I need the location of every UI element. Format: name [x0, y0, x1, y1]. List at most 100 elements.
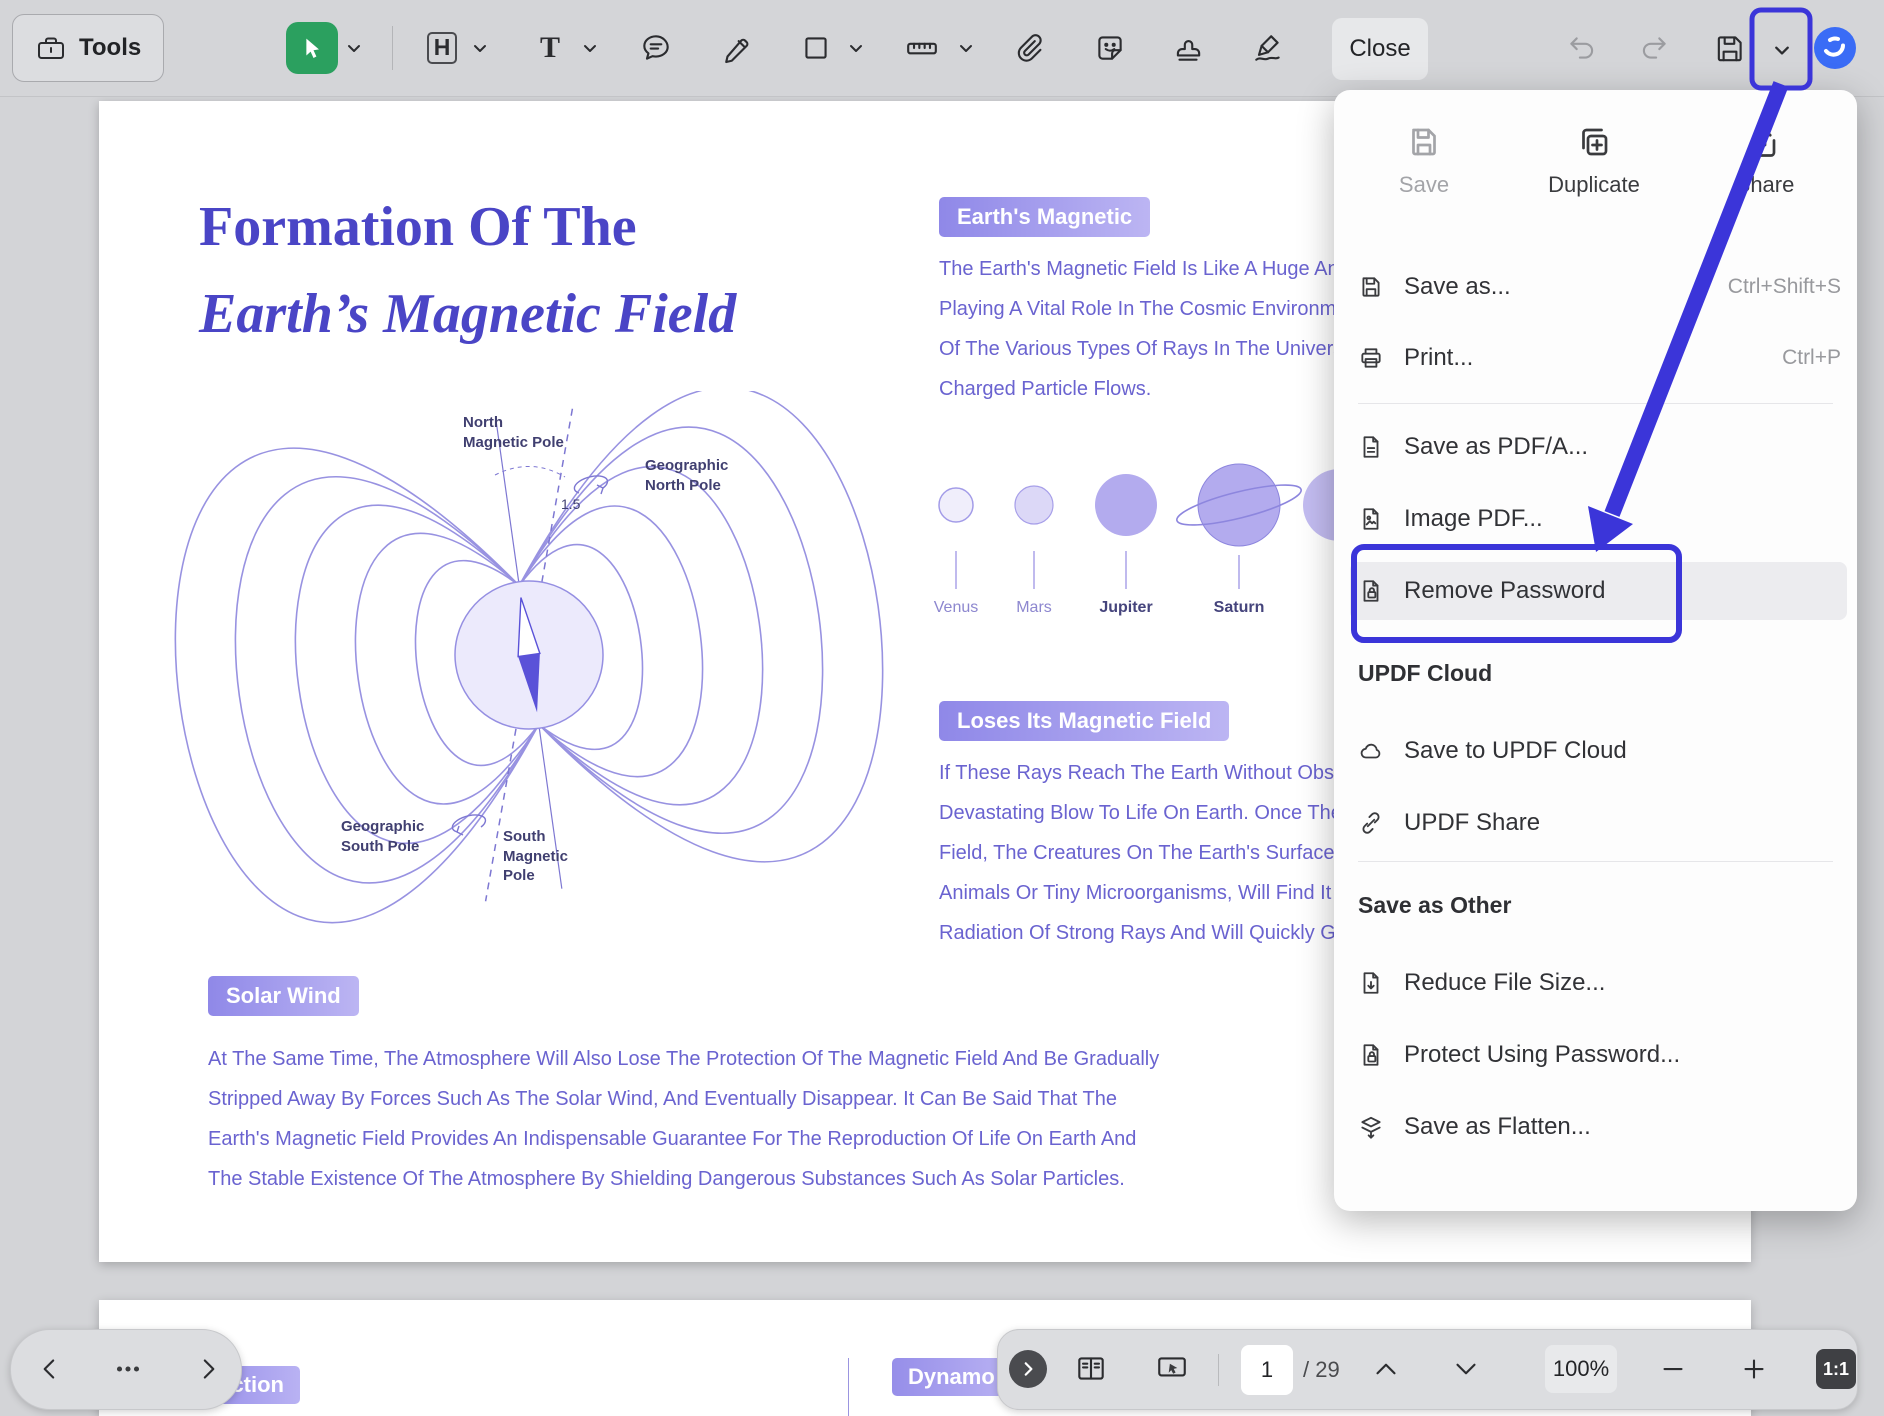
shape-tool-button[interactable]: [786, 18, 846, 78]
menu-item-image-pdf[interactable]: Image PDF...: [1358, 490, 1841, 548]
bar-separator: [1218, 1354, 1219, 1386]
printer-icon: [1358, 345, 1384, 371]
menu-item-print[interactable]: Print... Ctrl+P: [1358, 329, 1841, 387]
select-tool-chevron[interactable]: [344, 38, 364, 58]
stamp-icon: [1171, 31, 1205, 65]
paragraph-loses-magnetic-field: If These Rays Reach The Earth Without Ob…: [939, 753, 1351, 953]
label-geographic-south-pole: Geographic South Pole: [341, 817, 424, 856]
redo-button[interactable]: [1624, 18, 1684, 78]
prev-page-button[interactable]: [33, 1352, 67, 1391]
save-options-chevron[interactable]: [1760, 28, 1804, 72]
zoom-level-button[interactable]: 100%: [1545, 1345, 1617, 1393]
heading-icon: H: [427, 32, 458, 63]
chevron-up-icon: [1369, 1352, 1403, 1386]
minus-icon: [1656, 1352, 1690, 1386]
menu-item-reduce-file-size[interactable]: Reduce File Size...: [1358, 954, 1841, 1012]
previous-page-chevron[interactable]: [1369, 1352, 1403, 1391]
menu-item-save-to-updf-cloud[interactable]: Save to UPDF Cloud: [1358, 722, 1841, 780]
chevron-down-icon: [848, 41, 864, 55]
page-number-input[interactable]: [1241, 1345, 1293, 1395]
zoom-out-button[interactable]: [1656, 1352, 1690, 1391]
toolbox-icon: [35, 32, 67, 64]
chevron-down-icon: [472, 41, 488, 55]
heading-tool-chevron[interactable]: [470, 38, 490, 58]
magnetic-field-diagram: [129, 391, 919, 991]
text-tool-chevron[interactable]: [580, 38, 600, 58]
menu-item-save-as-pdfa[interactable]: Save as PDF/A...: [1358, 418, 1841, 476]
label-north-magnetic-pole: North Magnetic Pole: [463, 413, 564, 452]
planet-label-saturn: Saturn: [1214, 599, 1265, 617]
chevron-left-icon: [33, 1352, 67, 1386]
tools-label: Tools: [79, 34, 141, 62]
signature-icon: [1251, 31, 1285, 65]
label-geographic-north-pole: Geographic North Pole: [645, 456, 728, 495]
shape-tool-chevron[interactable]: [846, 38, 866, 58]
planet-label-jupiter: Jupiter: [1099, 599, 1152, 617]
column-divider: [848, 1358, 849, 1416]
menu-duplicate-action[interactable]: Duplicate: [1519, 124, 1669, 198]
collapse-bar-button[interactable]: [1009, 1350, 1047, 1388]
cursor-icon: [297, 33, 327, 63]
remove-password-icon: [1358, 578, 1384, 604]
attachment-tool-button[interactable]: [1000, 18, 1060, 78]
top-toolbar: Tools H T: [0, 0, 1884, 97]
book-icon: [1074, 1352, 1108, 1386]
zoom-in-button[interactable]: [1737, 1352, 1771, 1391]
menu-section-updf-cloud: UPDF Cloud: [1358, 660, 1492, 687]
paragraph-earths-magnetic: The Earth's Magnetic Field Is Like A Hug…: [939, 249, 1347, 409]
tools-button[interactable]: Tools: [12, 14, 164, 82]
badge-earths-magnetic: Earth's Magnetic: [939, 197, 1150, 237]
signature-tool-button[interactable]: [1238, 18, 1298, 78]
heading-tool-button[interactable]: H: [412, 18, 472, 78]
measure-tool-chevron[interactable]: [956, 38, 976, 58]
undo-button[interactable]: [1552, 18, 1612, 78]
more-options-button[interactable]: [111, 1352, 145, 1391]
presentation-icon: [1155, 1352, 1189, 1386]
cloud-icon: [1358, 738, 1384, 764]
menu-save-action[interactable]: Save: [1349, 124, 1499, 198]
save-icon: [1713, 31, 1747, 65]
menu-item-save-as-flatten[interactable]: Save as Flatten...: [1358, 1098, 1841, 1156]
label-south-magnetic-pole: South Magnetic Pole: [503, 827, 568, 886]
ruler-icon: [905, 31, 939, 65]
menu-item-protect-using-password[interactable]: Protect Using Password...: [1358, 1026, 1841, 1084]
reading-mode-button[interactable]: [1074, 1352, 1108, 1391]
stamp-tool-button[interactable]: [1158, 18, 1218, 78]
doc-title-line2: Earth’s Magnetic Field: [199, 286, 736, 342]
select-tool-button[interactable]: [286, 22, 338, 74]
next-page-button[interactable]: [191, 1352, 225, 1391]
menu-divider: [1358, 403, 1833, 404]
updf-logo[interactable]: [1812, 25, 1858, 76]
page-total-label: / 29: [1303, 1330, 1340, 1409]
planet-label-venus: Venus: [934, 599, 978, 617]
menu-share-action[interactable]: Share: [1690, 124, 1840, 198]
menu-divider: [1358, 861, 1833, 862]
pdfa-document-icon: [1358, 434, 1384, 460]
menu-item-remove-password[interactable]: Remove Password: [1350, 562, 1847, 620]
redo-icon: [1637, 31, 1671, 65]
view-controls-bar: / 29 100% 1:1: [997, 1329, 1858, 1410]
sticker-icon: [1093, 31, 1127, 65]
badge-loses-magnetic-field: Loses Its Magnetic Field: [939, 701, 1229, 741]
measure-tool-button[interactable]: [892, 18, 952, 78]
ellipsis-icon: [111, 1352, 145, 1386]
chevron-down-icon: [1449, 1352, 1483, 1386]
actual-size-label: 1:1: [1823, 1359, 1849, 1380]
save-button[interactable]: [1700, 18, 1760, 78]
save-icon: [1406, 124, 1442, 160]
next-page-chevron[interactable]: [1449, 1352, 1483, 1391]
close-button[interactable]: Close: [1332, 18, 1428, 80]
text-tool-button[interactable]: T: [520, 18, 580, 78]
save-options-menu: Save Duplicate Share Save as... Ctrl+Shi…: [1334, 90, 1857, 1211]
close-label: Close: [1349, 35, 1410, 63]
pen-tool-button[interactable]: [706, 18, 766, 78]
sticker-tool-button[interactable]: [1080, 18, 1140, 78]
actual-size-button[interactable]: 1:1: [1816, 1349, 1856, 1389]
comment-tool-button[interactable]: [626, 18, 686, 78]
chevron-right-icon: [191, 1352, 225, 1386]
presentation-mode-button[interactable]: [1155, 1352, 1189, 1391]
menu-item-save-as[interactable]: Save as... Ctrl+Shift+S: [1358, 258, 1841, 316]
marker-pen-icon: [719, 31, 753, 65]
planet-label-mars: Mars: [1016, 599, 1052, 617]
menu-item-updf-share[interactable]: UPDF Share: [1358, 794, 1841, 852]
